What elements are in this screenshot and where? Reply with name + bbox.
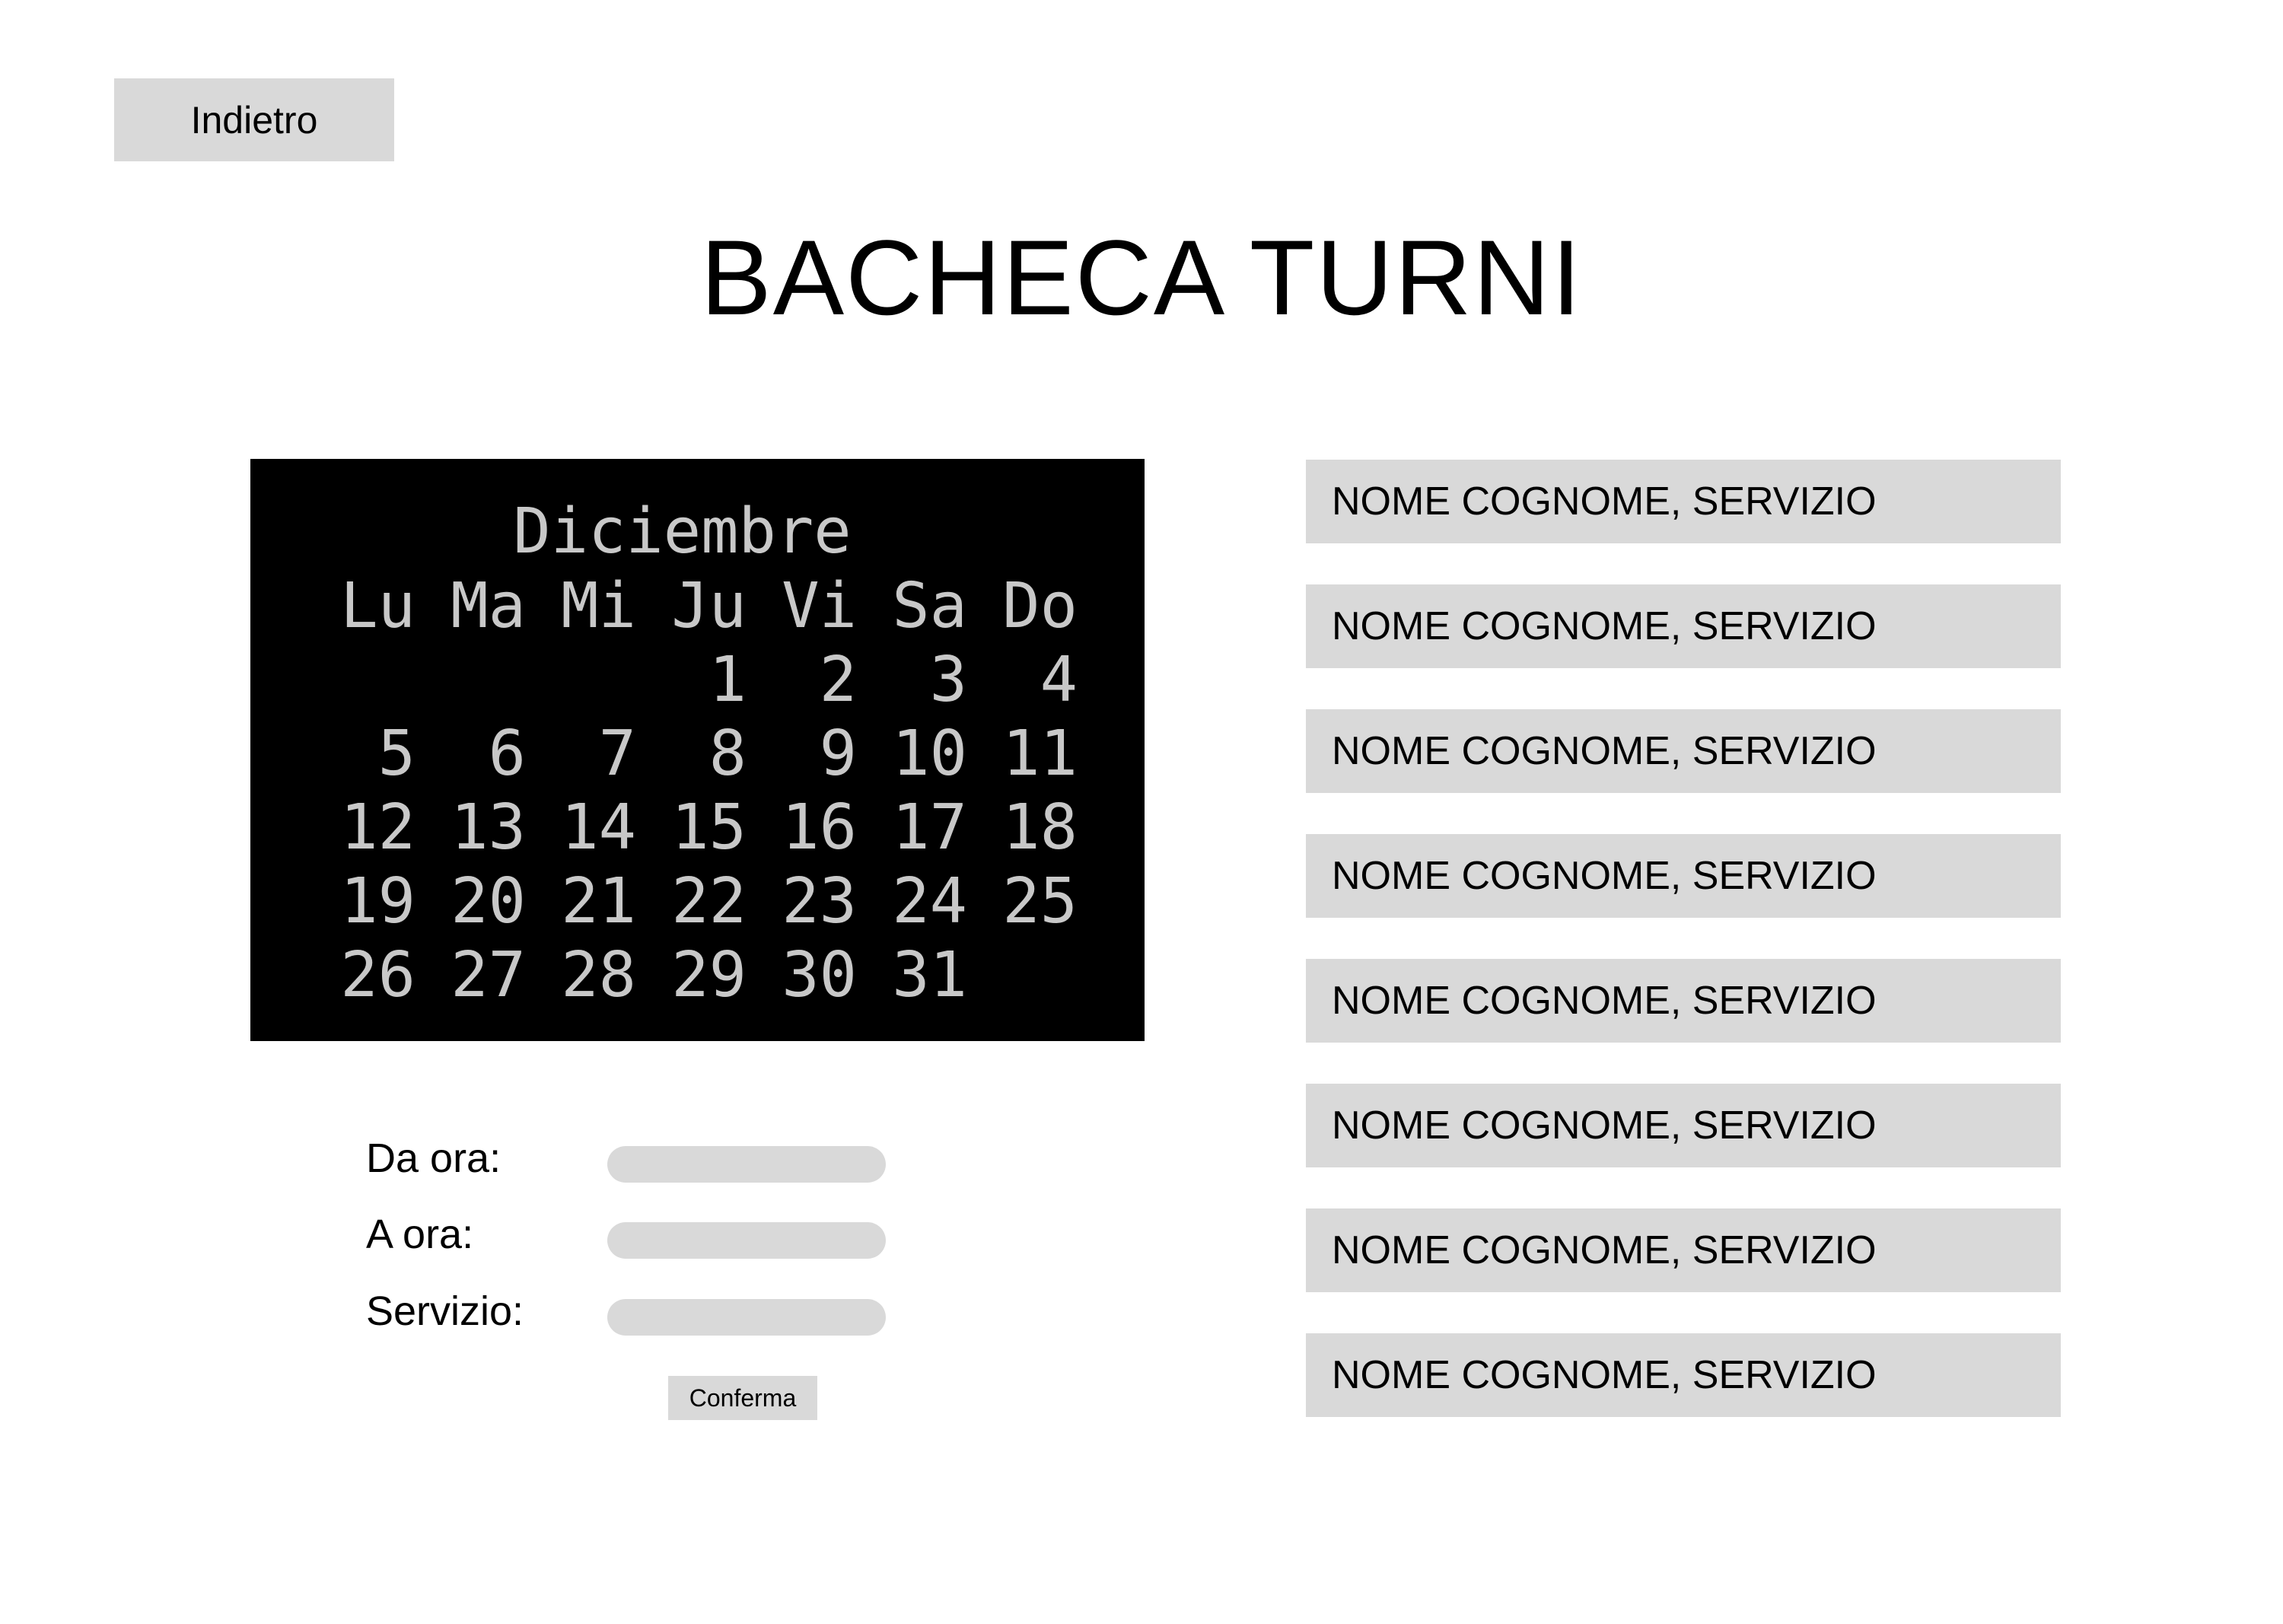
calendar-day[interactable]: 24	[863, 865, 973, 938]
calendar: Diciembre Lu Ma Mi Ju Vi Sa Do 123456789…	[250, 459, 1145, 1041]
weekday-label: Vi	[782, 570, 857, 642]
shift-list: NOME COGNOME, SERVIZIO NOME COGNOME, SER…	[1306, 460, 2061, 1458]
calendar-day[interactable]: 9	[753, 717, 863, 791]
shift-item[interactable]: NOME COGNOME, SERVIZIO	[1306, 460, 2061, 543]
from-time-input[interactable]	[607, 1146, 886, 1183]
calendar-day[interactable]: 27	[422, 938, 532, 1012]
to-time-input[interactable]	[607, 1222, 886, 1259]
service-input[interactable]	[607, 1299, 886, 1336]
weekday-label: Lu	[340, 570, 416, 642]
weekday-label: Mi	[561, 570, 636, 642]
calendar-day[interactable]: 15	[642, 791, 753, 865]
calendar-day[interactable]: 19	[311, 865, 422, 938]
calendar-blank-cell	[532, 643, 642, 717]
weekday-label: Ju	[671, 570, 747, 642]
calendar-blank-cell	[311, 643, 422, 717]
calendar-day[interactable]: 30	[753, 938, 863, 1012]
calendar-blank-cell	[422, 643, 532, 717]
from-time-label: Da ora:	[366, 1135, 501, 1181]
calendar-day[interactable]: 6	[422, 717, 532, 791]
back-button[interactable]: Indietro	[114, 78, 394, 161]
weekday-label: Ma	[451, 570, 526, 642]
calendar-day[interactable]: 5	[311, 717, 422, 791]
shift-item[interactable]: NOME COGNOME, SERVIZIO	[1306, 959, 2061, 1043]
weekday-label: Sa	[892, 570, 967, 642]
page-title: BACHECA TURNI	[700, 218, 1583, 337]
to-time-label: A ora:	[366, 1212, 474, 1257]
calendar-day[interactable]: 2	[753, 643, 863, 717]
calendar-day[interactable]: 25	[973, 865, 1084, 938]
shift-item[interactable]: NOME COGNOME, SERVIZIO	[1306, 1208, 2061, 1292]
calendar-month-label: Diciembre	[513, 495, 852, 568]
calendar-day[interactable]: 13	[422, 791, 532, 865]
shift-item[interactable]: NOME COGNOME, SERVIZIO	[1306, 834, 2061, 918]
calendar-day[interactable]: 21	[532, 865, 642, 938]
calendar-day[interactable]: 1	[642, 643, 753, 717]
calendar-day[interactable]: 16	[753, 791, 863, 865]
shift-item[interactable]: NOME COGNOME, SERVIZIO	[1306, 1333, 2061, 1417]
confirm-button[interactable]: Conferma	[668, 1376, 817, 1420]
calendar-day[interactable]: 7	[532, 717, 642, 791]
shift-item[interactable]: NOME COGNOME, SERVIZIO	[1306, 584, 2061, 668]
shift-item[interactable]: NOME COGNOME, SERVIZIO	[1306, 1084, 2061, 1167]
calendar-day[interactable]: 23	[753, 865, 863, 938]
calendar-day[interactable]: 20	[422, 865, 532, 938]
calendar-grid: Lu Ma Mi Ju Vi Sa Do 1 2 3 4 5 6 7 8 9 10 11 12 13 14…	[311, 569, 1084, 1012]
calendar-day[interactable]: 18	[973, 791, 1084, 865]
calendar-day[interactable]: 22	[642, 865, 753, 938]
calendar-day[interactable]: 29	[642, 938, 753, 1012]
calendar-day[interactable]: 8	[642, 717, 753, 791]
calendar-day[interactable]: 11	[973, 717, 1084, 791]
service-label: Servizio:	[366, 1288, 524, 1334]
calendar-day[interactable]: 28	[532, 938, 642, 1012]
weekday-label: Do	[1002, 570, 1078, 642]
calendar-day[interactable]: 3	[863, 643, 973, 717]
shift-item[interactable]: NOME COGNOME, SERVIZIO	[1306, 709, 2061, 793]
calendar-day[interactable]: 26	[311, 938, 422, 1012]
calendar-day[interactable]: 14	[532, 791, 642, 865]
calendar-day[interactable]: 12	[311, 791, 422, 865]
calendar-day[interactable]: 31	[863, 938, 973, 1012]
calendar-day[interactable]: 17	[863, 791, 973, 865]
calendar-day[interactable]: 10	[863, 717, 973, 791]
calendar-day[interactable]: 4	[973, 643, 1084, 717]
